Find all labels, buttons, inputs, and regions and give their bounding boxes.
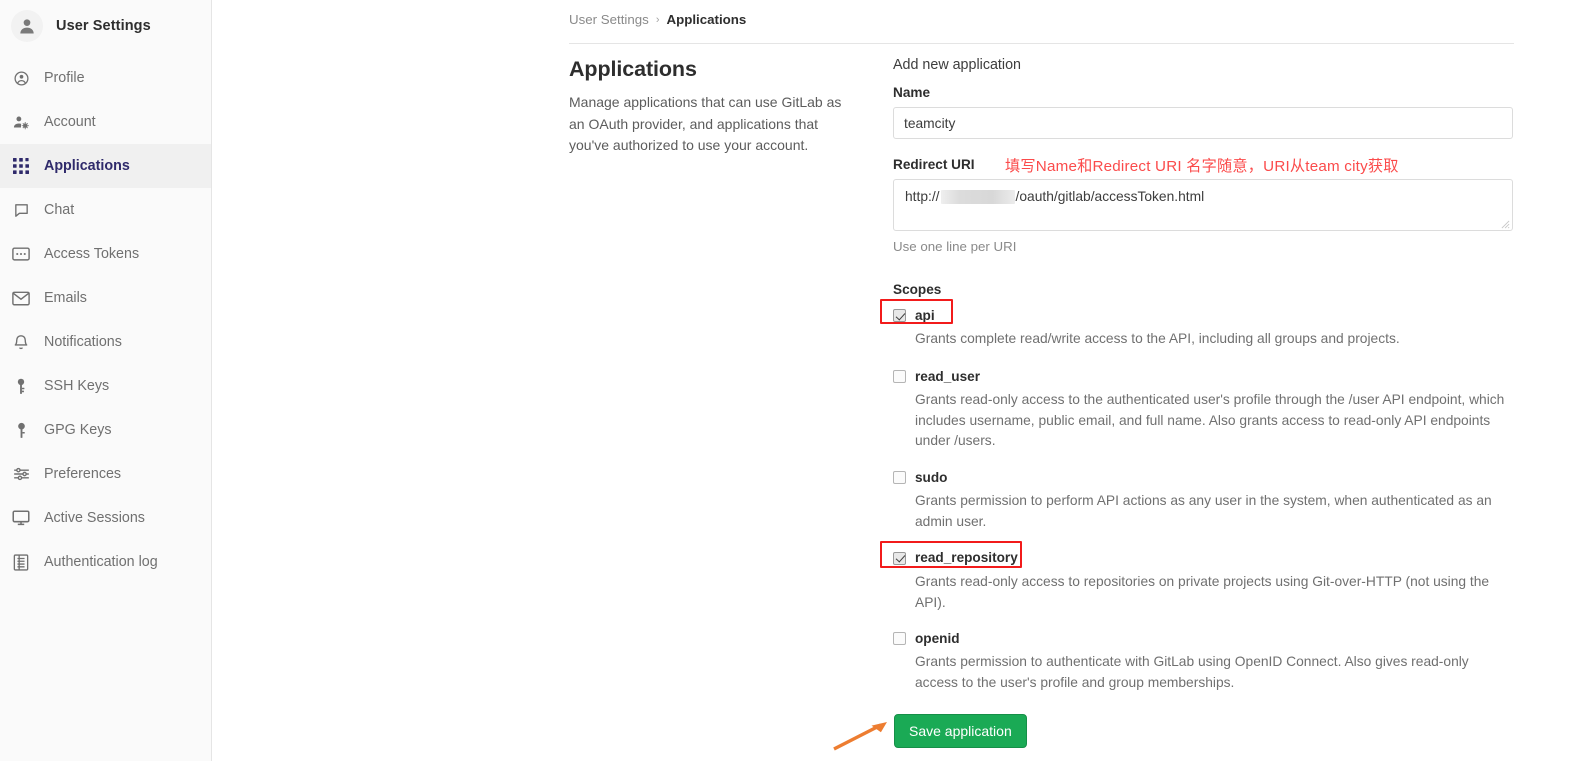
scope-checkbox-sudo[interactable]: [893, 471, 906, 485]
red-annotation-text: 填写Name和Redirect URI 名字随意，URI从team city获取: [1005, 158, 1399, 175]
name-label: Name: [893, 85, 931, 100]
sidebar-item-applications[interactable]: Applications: [0, 144, 211, 188]
sidebar-item-label: Authentication log: [44, 554, 158, 570]
scope-row[interactable]: read_user: [893, 368, 1513, 385]
sidebar-item-label: SSH Keys: [44, 378, 110, 394]
scope-api: api Grants complete read/write access to…: [880, 299, 1513, 350]
sidebar-item-active-sessions[interactable]: Active Sessions: [0, 496, 211, 540]
envelope-icon: [12, 289, 30, 307]
user-gear-icon: [12, 113, 30, 131]
scope-description: Grants permission to authenticate with G…: [915, 654, 1469, 691]
page-title: Applications: [569, 57, 697, 81]
sidebar-item-label: Active Sessions: [44, 510, 145, 526]
scopes-label: Scopes: [893, 282, 942, 297]
sidebar-item-ssh-keys[interactable]: SSH Keys: [0, 364, 211, 408]
key-icon: [12, 421, 30, 439]
key-icon: [12, 377, 30, 395]
list-log-icon: [12, 553, 30, 571]
app-window: User Settings Profile Account Applicatio…: [0, 0, 1590, 761]
save-application-button[interactable]: Save application: [894, 713, 1027, 748]
redirect-uri-suffix: /oauth/gitlab/accessToken.html: [1015, 189, 1205, 204]
redirect-uri-value: http:// /oauth/gitlab/accessToken.html: [905, 189, 1204, 204]
sidebar-item-preferences[interactable]: Preferences: [0, 452, 211, 496]
resize-handle-icon[interactable]: [1501, 220, 1510, 229]
scope-row[interactable]: sudo: [893, 469, 1513, 486]
orange-arrow-icon: [833, 721, 887, 751]
name-input[interactable]: [893, 107, 1513, 139]
sliders-icon: [12, 465, 30, 483]
bell-icon: [12, 333, 30, 351]
redirect-uri-hint: Use one line per URI: [893, 239, 1017, 254]
scope-openid: openid Grants permission to authenticate…: [893, 630, 1513, 694]
sidebar-item-gpg-keys[interactable]: GPG Keys: [0, 408, 211, 452]
scope-checkbox-read-user[interactable]: [893, 369, 906, 383]
scope-checkbox-api[interactable]: [893, 309, 906, 322]
redacted-host-block: [940, 189, 1015, 204]
add-application-form: Add new application Name Redirect URI 填写…: [833, 57, 1513, 751]
scope-sudo: sudo Grants permission to perform API ac…: [893, 469, 1513, 533]
main-content: User Settings › Applications Application…: [212, 0, 1590, 761]
scope-checkbox-read-repository[interactable]: [893, 551, 906, 565]
redirect-uri-textarea[interactable]: http:// /oauth/gitlab/accessToken.html: [893, 179, 1513, 231]
sidebar-item-label: Applications: [44, 158, 130, 174]
scope-name: openid: [915, 631, 960, 647]
description-column: Applications Manage applications that ca…: [569, 57, 859, 157]
header-divider: [569, 43, 1514, 44]
scope-description: Grants read-only access to repositories …: [915, 573, 1490, 610]
breadcrumb-separator-icon: ›: [655, 13, 660, 26]
sidebar-item-label: Chat: [44, 202, 75, 218]
page-description: Manage applications that can use GitLab …: [569, 94, 842, 153]
scope-name: read_user: [915, 368, 980, 384]
breadcrumb-root[interactable]: User Settings: [569, 12, 649, 27]
sidebar-item-label: Notifications: [44, 334, 122, 350]
scope-row[interactable]: read_repository: [893, 550, 1513, 567]
monitor-icon: [12, 509, 30, 527]
sidebar-item-access-tokens[interactable]: Access Tokens: [0, 232, 211, 276]
sidebar-item-notifications[interactable]: Notifications: [0, 320, 211, 364]
scope-checkbox-openid[interactable]: [893, 632, 906, 646]
scope-name: sudo: [915, 469, 948, 485]
user-avatar-icon: [11, 10, 43, 42]
breadcrumb-current: Applications: [666, 12, 747, 27]
sidebar-item-label: Profile: [44, 70, 85, 86]
sidebar-item-label: Access Tokens: [44, 246, 140, 262]
scope-read-user: read_user Grants read-only access to the…: [893, 368, 1513, 452]
scope-name: read_repository: [915, 550, 1018, 566]
grid-apps-icon: [12, 157, 30, 175]
scope-description: Grants read-only access to the authentic…: [915, 391, 1505, 449]
sidebar: User Settings Profile Account Applicatio…: [0, 0, 212, 761]
sidebar-item-label: Account: [44, 114, 96, 130]
user-circle-icon: [12, 69, 30, 87]
save-area: Save application: [833, 713, 1513, 751]
redirect-uri-row: Redirect URI 填写Name和Redirect URI 名字随意，UR…: [893, 157, 1513, 254]
sidebar-item-chat[interactable]: Chat: [0, 188, 211, 232]
scope-description: Grants complete read/write access to the…: [915, 331, 1400, 346]
scope-row[interactable]: api: [893, 307, 1513, 324]
sidebar-item-label: Preferences: [44, 466, 122, 482]
breadcrumb: User Settings › Applications: [569, 12, 746, 27]
scope-row[interactable]: openid: [893, 630, 1513, 647]
form-heading: Add new application: [893, 57, 1021, 73]
scope-read-repository: read_repository Grants read-only access …: [880, 540, 1513, 614]
redirect-uri-prefix: http://: [905, 189, 940, 204]
sidebar-nav: Profile Account Applications Chat Access…: [0, 56, 211, 584]
chat-bubble-icon: [12, 201, 30, 219]
scope-name: api: [915, 307, 935, 323]
sidebar-item-authentication-log[interactable]: Authentication log: [0, 540, 211, 584]
token-card-icon: [12, 245, 30, 263]
sidebar-title: User Settings: [56, 18, 151, 34]
sidebar-header: User Settings: [0, 0, 211, 52]
sidebar-item-emails[interactable]: Emails: [0, 276, 211, 320]
sidebar-item-label: GPG Keys: [44, 422, 112, 438]
sidebar-item-account[interactable]: Account: [0, 100, 211, 144]
scope-description: Grants permission to perform API actions…: [915, 493, 1492, 529]
sidebar-item-profile[interactable]: Profile: [0, 56, 211, 100]
sidebar-item-label: Emails: [44, 290, 87, 306]
